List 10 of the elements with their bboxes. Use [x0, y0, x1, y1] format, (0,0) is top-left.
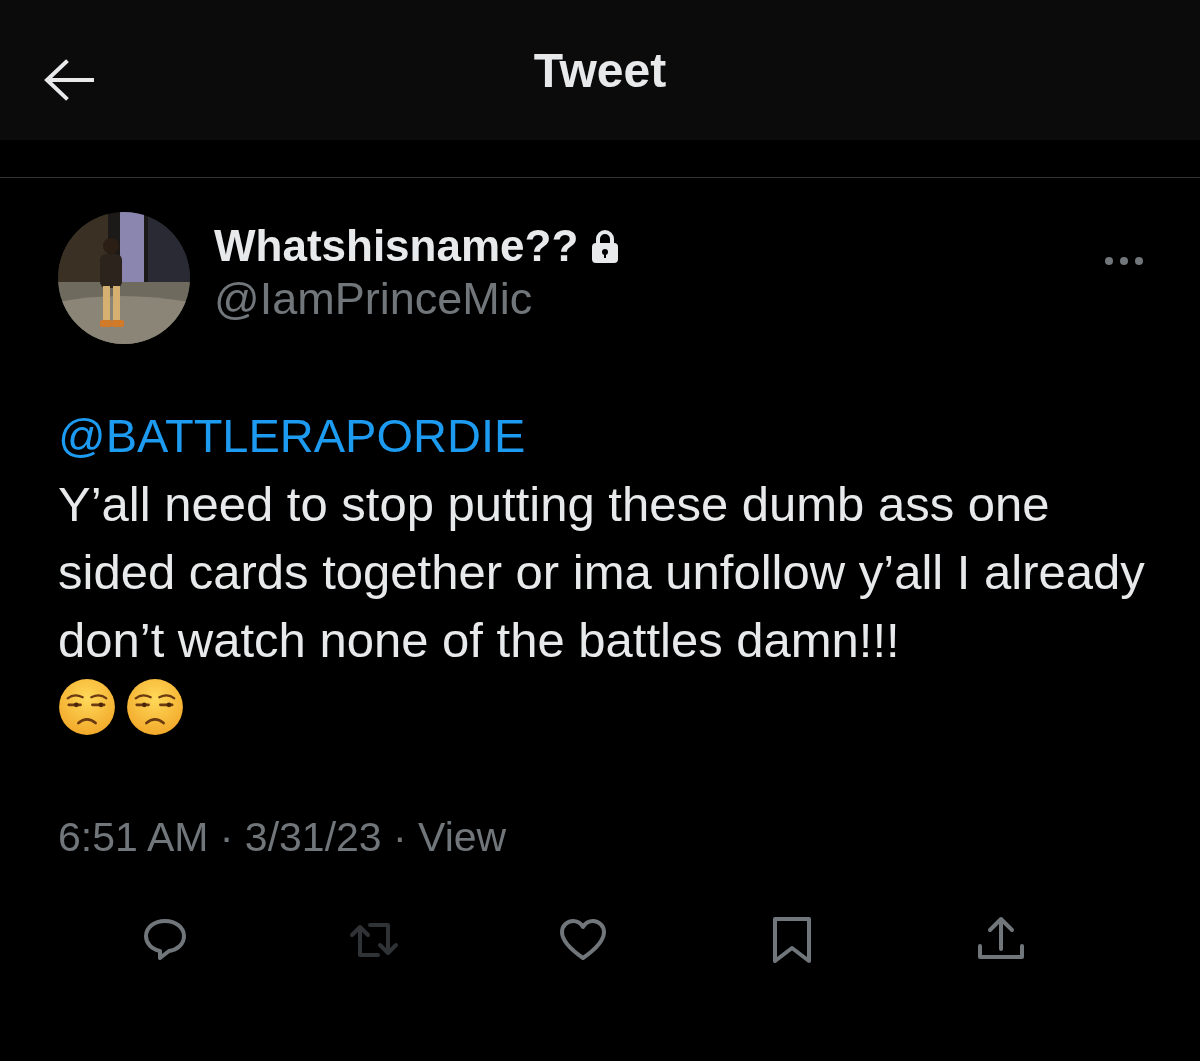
tweet-timestamp: 6:51 AM · 3/31/23 · View	[58, 814, 508, 861]
unamused-face-icon	[126, 678, 184, 736]
page-title: Tweet	[533, 42, 667, 98]
more-options-icon[interactable]	[1104, 256, 1144, 266]
unamused-face-icon	[58, 678, 116, 736]
display-name[interactable]: Whatshisname??	[214, 221, 579, 271]
user-handle[interactable]: @IamPrinceMic	[214, 273, 1080, 325]
back-arrow-icon[interactable]	[42, 58, 96, 102]
mention-link[interactable]: @BATTLERAPORDIE	[58, 402, 526, 470]
tweet-text: Y’all need to stop putting these dumb ass one sided cards together or ima unfollow y’all I already don’t watch none of the battles damn!!!	[58, 476, 1146, 669]
